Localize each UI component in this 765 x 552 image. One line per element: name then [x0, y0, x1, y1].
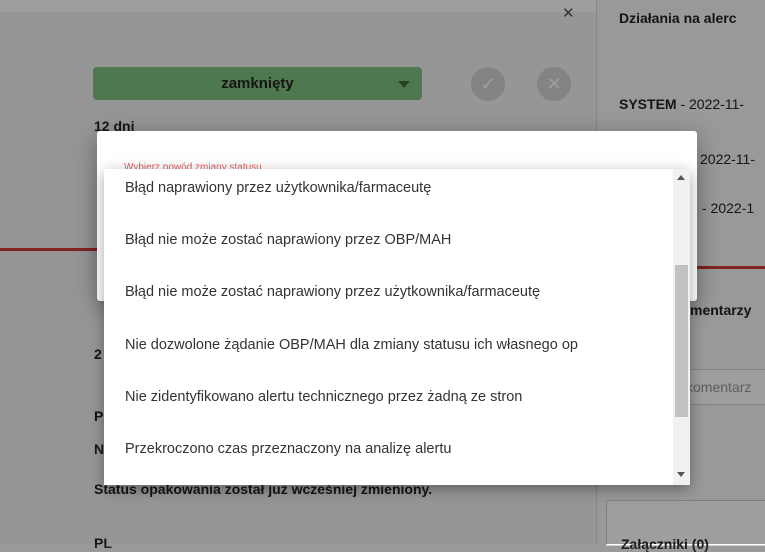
dropdown-option[interactable]: Nie zidentyfikowano alertu technicznego …	[125, 389, 522, 405]
dropdown-option[interactable]: Przekroczono czas przeznaczony na analiz…	[125, 441, 451, 457]
dropdown-option[interactable]: Błąd naprawiony przez użytkownika/farmac…	[125, 180, 431, 196]
scroll-up-arrow-icon[interactable]	[677, 175, 685, 180]
scroll-down-arrow-icon[interactable]	[677, 472, 685, 477]
dropdown-option[interactable]: Nie dozwolone żądanie OBP/MAH dla zmiany…	[125, 337, 578, 353]
scrollbar-thumb[interactable]	[675, 265, 688, 417]
dropdown-scrollbar[interactable]	[673, 169, 690, 485]
reason-dropdown-list[interactable]: Błąd naprawiony przez użytkownika/farmac…	[104, 169, 690, 485]
dropdown-option[interactable]: Błąd nie może zostać naprawiony przez uż…	[125, 284, 540, 300]
dropdown-option[interactable]: Błąd nie może zostać naprawiony przez OB…	[125, 232, 451, 248]
